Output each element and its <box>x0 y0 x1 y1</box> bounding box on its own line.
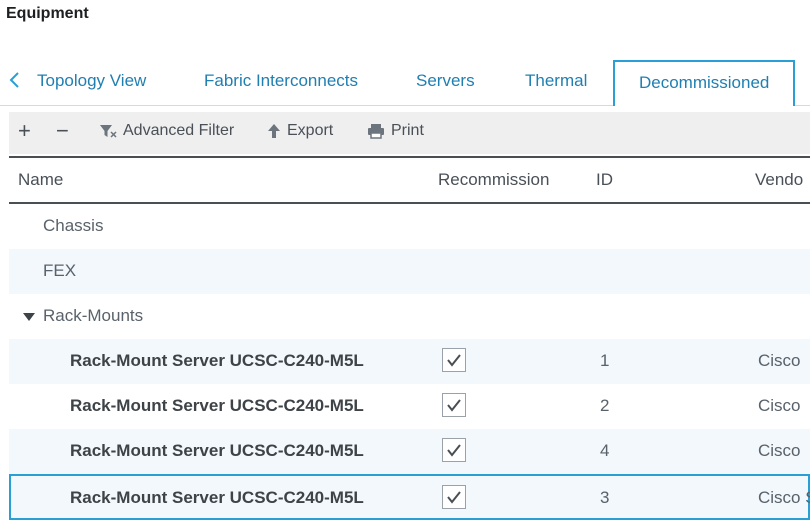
advanced-filter-label: Advanced Filter <box>123 122 235 139</box>
table-header: Name Recommission ID Vendo <box>9 156 810 204</box>
group-row-chassis[interactable]: Chassis <box>9 204 810 249</box>
server-name: Rack-Mount Server UCSC-C240-M5L <box>70 396 364 415</box>
server-id: 4 <box>600 441 610 460</box>
tab-topology-view[interactable]: Topology View <box>37 71 146 91</box>
toolbar: + − Advanced Filter Export Print <box>9 112 810 154</box>
expand-triangle-icon[interactable] <box>23 312 35 321</box>
server-name: Rack-Mount Server UCSC-C240-M5L <box>70 488 364 507</box>
recommission-checkbox[interactable] <box>442 485 466 509</box>
group-label: Rack-Mounts <box>43 306 144 325</box>
export-button[interactable]: Export <box>267 122 333 140</box>
server-name: Rack-Mount Server UCSC-C240-M5L <box>70 441 364 460</box>
server-name: Rack-Mount Server UCSC-C240-M5L <box>70 351 364 370</box>
table-row[interactable]: Rack-Mount Server UCSC-C240-M5L 4 Cisco <box>9 429 810 474</box>
server-id: 3 <box>600 488 610 507</box>
tab-bar: Topology View Fabric Interconnects Serve… <box>0 60 810 106</box>
advanced-filter-button[interactable]: Advanced Filter <box>99 122 234 140</box>
chevron-left-icon[interactable] <box>8 70 20 95</box>
checkmark-icon <box>447 399 461 412</box>
print-button[interactable]: Print <box>367 122 424 140</box>
column-header-recommission[interactable]: Recommission <box>438 170 549 190</box>
print-icon <box>368 124 384 139</box>
plus-icon[interactable]: + <box>18 118 31 144</box>
recommission-checkbox[interactable] <box>442 348 466 372</box>
tab-fabric-interconnects[interactable]: Fabric Interconnects <box>204 71 358 91</box>
server-vendor: Cisco S <box>758 488 810 507</box>
server-vendor: Cisco <box>758 396 801 415</box>
export-icon <box>268 124 280 138</box>
tab-servers[interactable]: Servers <box>416 71 475 91</box>
checkmark-icon <box>447 491 461 504</box>
group-label: Chassis <box>43 216 104 235</box>
server-vendor: Cisco <box>758 441 801 460</box>
server-id: 2 <box>600 396 610 415</box>
server-id: 1 <box>600 351 610 370</box>
table-row[interactable]: Rack-Mount Server UCSC-C240-M5L 2 Cisco <box>9 384 810 429</box>
checkmark-icon <box>447 354 461 367</box>
group-label: FEX <box>43 261 77 280</box>
minus-icon[interactable]: − <box>56 118 69 144</box>
group-row-rack-mounts[interactable]: Rack-Mounts <box>9 294 810 339</box>
recommission-checkbox[interactable] <box>442 438 466 462</box>
filter-icon <box>100 125 117 138</box>
export-label: Export <box>287 122 334 139</box>
tab-decommissioned[interactable]: Decommissioned <box>613 60 796 106</box>
tab-thermal[interactable]: Thermal <box>525 71 587 91</box>
column-header-name[interactable]: Name <box>18 170 63 190</box>
table-row[interactable]: Rack-Mount Server UCSC-C240-M5L 1 Cisco <box>9 339 810 384</box>
recommission-checkbox[interactable] <box>442 393 466 417</box>
checkmark-icon <box>447 444 461 457</box>
group-row-fex[interactable]: FEX <box>9 249 810 294</box>
column-header-id[interactable]: ID <box>596 170 613 190</box>
page-title: Equipment <box>6 5 89 22</box>
server-vendor: Cisco <box>758 351 801 370</box>
column-header-vendor[interactable]: Vendo <box>755 170 803 190</box>
print-label: Print <box>391 122 424 139</box>
table-row-selected[interactable]: Rack-Mount Server UCSC-C240-M5L 3 Cisco … <box>9 474 810 520</box>
